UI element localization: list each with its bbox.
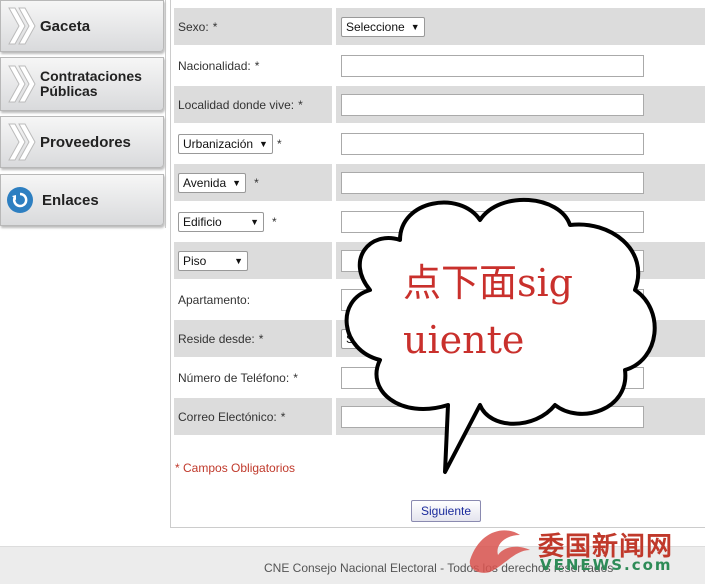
apartamento-label: Apartamento: — [178, 292, 251, 307]
row-correo: Correo Electónico: * — [174, 398, 705, 435]
sidebar-item-label: Gaceta — [40, 17, 91, 35]
sidebar-item-label: Enlaces — [42, 191, 99, 209]
row-telefono: Número de Teléfono: * — [174, 359, 705, 396]
registration-form: Sexo: * Seleccione ▼ Nacionalidad: * Loca… — [170, 0, 705, 528]
double-chevron-icon — [7, 64, 37, 104]
row-nacionalidad: Nacionalidad: * — [174, 47, 705, 84]
avenida-input[interactable] — [341, 171, 644, 194]
nacionalidad-label: Nacionalidad: — [178, 58, 251, 73]
refresh-icon — [7, 187, 33, 213]
required-mark: * — [298, 97, 303, 112]
urbanizacion-input[interactable] — [341, 132, 644, 155]
siguiente-button[interactable]: Siguiente — [411, 500, 481, 522]
sexo-select[interactable]: Seleccione ▼ — [341, 16, 425, 37]
sidebar-item-label: Contrataciones Públicas — [40, 68, 142, 99]
sidebar: Gaceta Contrataciones Públicas Proveedor… — [0, 0, 166, 228]
edificio-select[interactable]: Edificio ▼ — [178, 211, 264, 232]
nacionalidad-input[interactable] — [341, 54, 644, 77]
row-localidad: Localidad donde vive: * — [174, 86, 705, 123]
required-mark: * — [276, 136, 282, 151]
correo-input[interactable] — [341, 405, 644, 428]
required-fields-note: * Campos Obligatorios — [175, 461, 296, 475]
footer: CNE Consejo Nacional Electoral - Todos l… — [0, 546, 705, 584]
row-avenida: Avenida ▼ * — [174, 164, 705, 201]
sidebar-item-enlaces[interactable]: Enlaces — [0, 174, 164, 226]
reside-label: Reside desde: — [178, 331, 255, 346]
chevron-down-icon: ▼ — [410, 21, 420, 32]
row-edificio: Edificio ▼ * — [174, 203, 705, 240]
edificio-input[interactable] — [341, 210, 644, 233]
required-mark: * — [254, 58, 260, 73]
sidebar-item-gaceta[interactable]: Gaceta — [0, 0, 164, 52]
sidebar-item-contrataciones[interactable]: Contrataciones Públicas — [0, 57, 164, 111]
reside-select[interactable]: Sel — [341, 328, 369, 349]
correo-label: Correo Electónico: — [178, 409, 277, 424]
row-apartamento: Apartamento: — [174, 281, 705, 318]
chevron-down-icon: ▼ — [232, 177, 242, 188]
piso-input[interactable] — [341, 249, 644, 272]
row-urbanizacion: Urbanización ▼ * — [174, 125, 705, 162]
required-mark: * — [293, 370, 298, 385]
required-mark: * — [258, 331, 264, 346]
chevron-down-icon: ▼ — [259, 138, 268, 149]
chevron-down-icon: ▼ — [250, 216, 259, 227]
piso-select[interactable]: Piso ▼ — [178, 250, 248, 271]
avenida-select[interactable]: Avenida ▼ — [178, 172, 247, 193]
double-chevron-icon — [7, 6, 37, 46]
required-mark: * — [272, 214, 277, 229]
required-mark: * — [212, 19, 218, 34]
telefono-label: Número de Teléfono: — [178, 370, 290, 385]
chevron-down-icon: ▼ — [234, 255, 243, 266]
localidad-input[interactable] — [341, 93, 644, 116]
sexo-label: Sexo: — [178, 19, 209, 34]
row-piso: Piso ▼ — [174, 242, 705, 279]
apartamento-input[interactable] — [341, 288, 644, 311]
required-mark: * — [254, 175, 259, 190]
row-sexo: Sexo: * Seleccione ▼ — [174, 8, 705, 45]
sidebar-item-label: Proveedores — [40, 133, 131, 151]
double-chevron-icon — [7, 122, 37, 162]
localidad-label: Localidad donde vive: — [178, 97, 295, 112]
row-reside: Reside desde: * Sel — [174, 320, 705, 357]
urbanizacion-select[interactable]: Urbanización ▼ — [178, 133, 273, 154]
footer-text: CNE Consejo Nacional Electoral - Todos l… — [264, 561, 614, 575]
required-mark: * — [280, 409, 286, 424]
sidebar-item-proveedores[interactable]: Proveedores — [0, 116, 164, 168]
telefono-input[interactable] — [341, 366, 644, 389]
